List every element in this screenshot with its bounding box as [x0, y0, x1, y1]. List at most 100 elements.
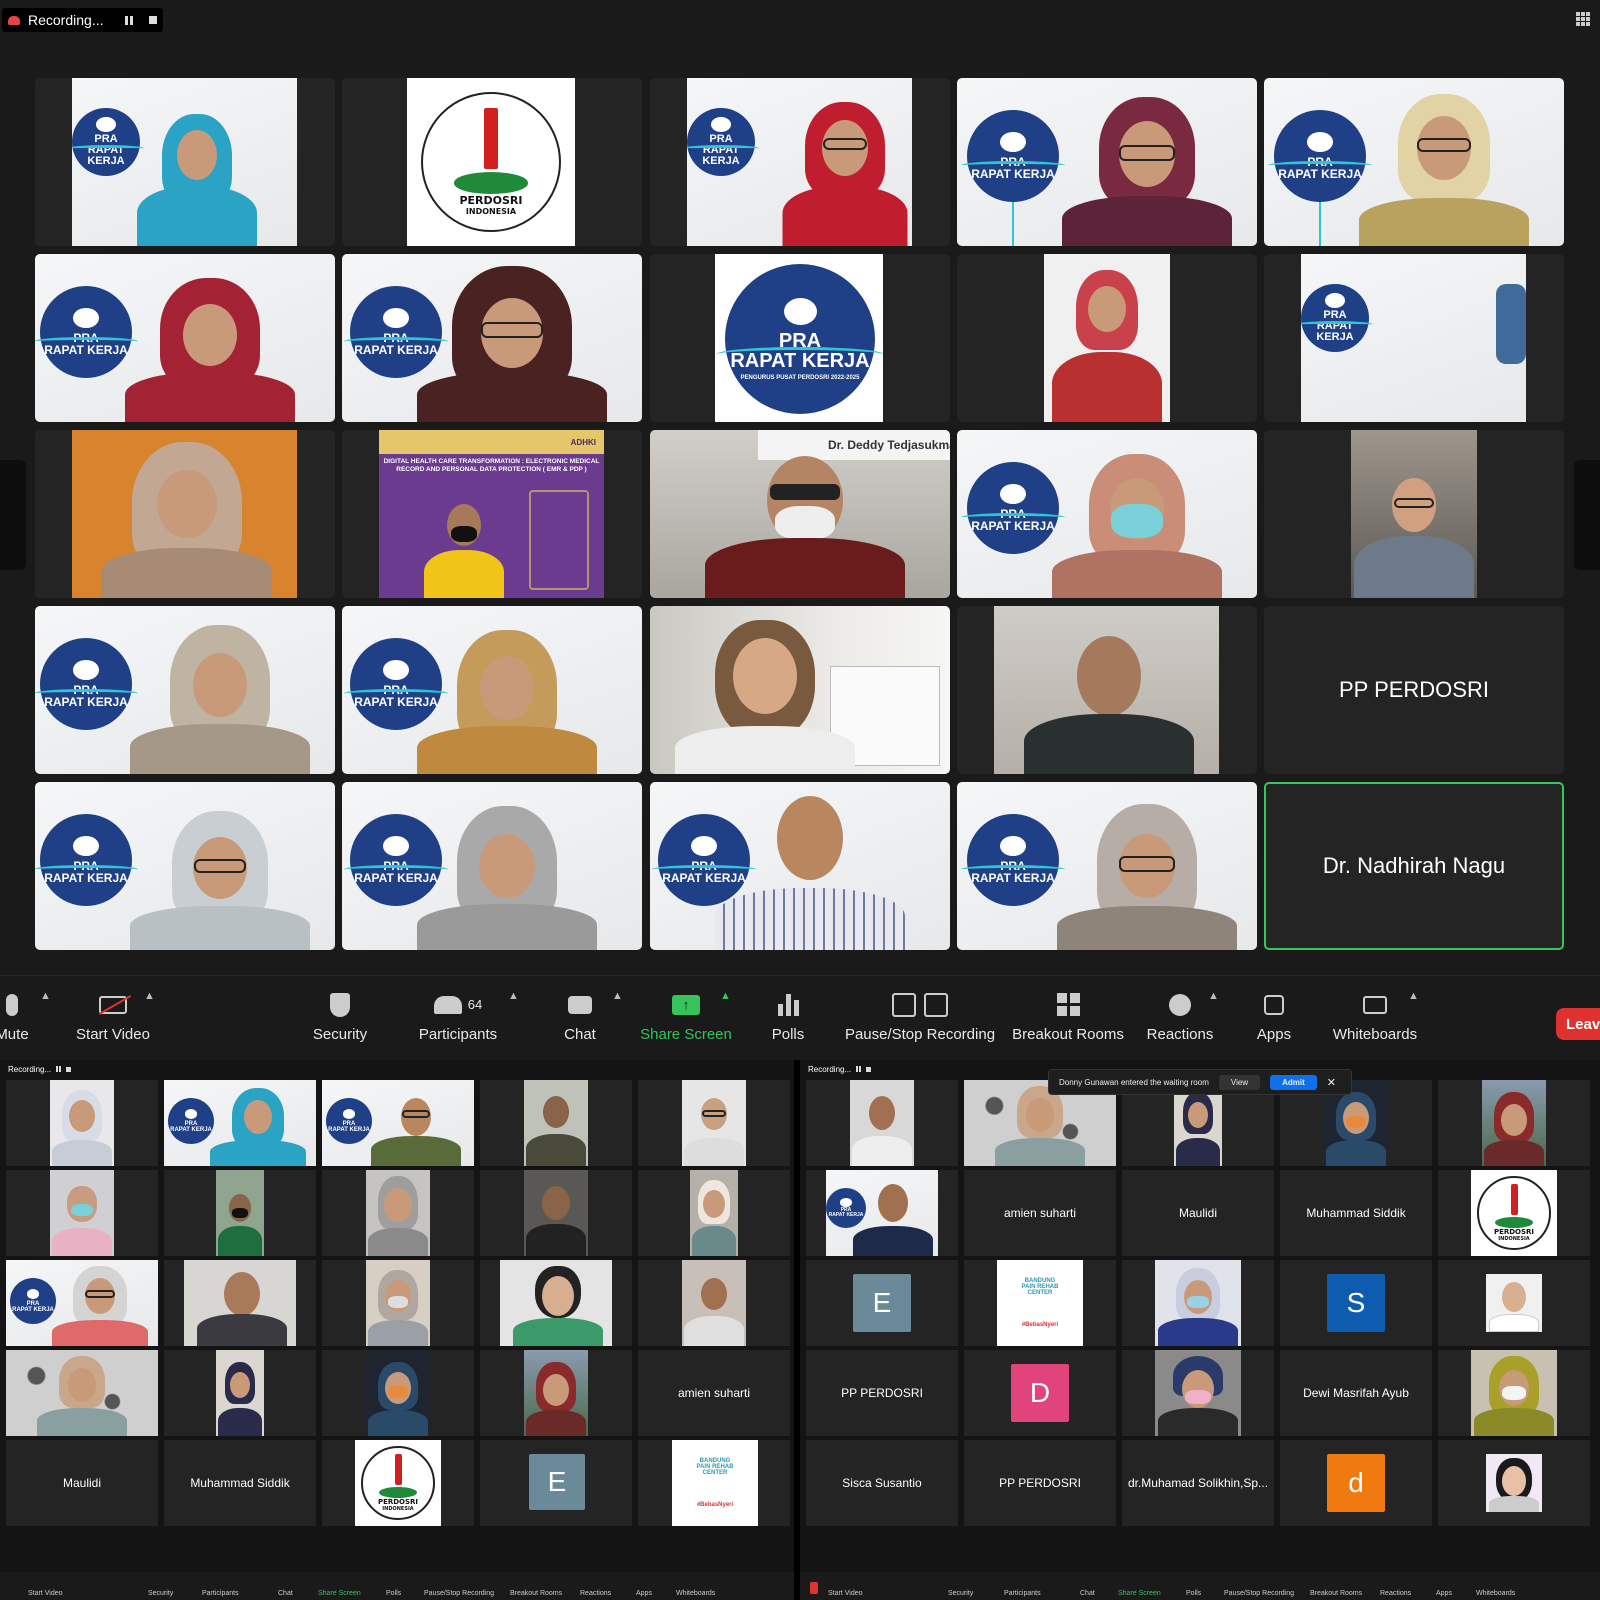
video-tile[interactable]: PRA RAPAT KERJA PENGURUS PUSAT PERDOSRI 2…: [650, 254, 950, 422]
video-tile[interactable]: PRA RAPAT KERJA: [35, 254, 335, 422]
mini-apps[interactable]: Apps: [636, 1590, 652, 1597]
video-options-caret[interactable]: ▲: [144, 990, 155, 1002]
name-only-tile[interactable]: Muhammad Siddik: [1280, 1170, 1432, 1256]
video-tile[interactable]: PRA RAPAT KERJA: [342, 254, 642, 422]
video-tile[interactable]: BANDUNG PAIN REHAB CENTER #BebasNyeri: [638, 1440, 790, 1526]
participants-options-caret[interactable]: ▲: [508, 990, 519, 1002]
video-tile[interactable]: [638, 1260, 790, 1346]
video-tile[interactable]: PRA RAPAT KERJA: [322, 1080, 474, 1166]
video-tile[interactable]: [957, 254, 1257, 422]
security-button[interactable]: Security: [300, 976, 380, 1056]
chat-options-caret[interactable]: ▲: [612, 990, 623, 1002]
recording-indicator[interactable]: Recording...: [802, 1062, 877, 1076]
gallery-view-icon[interactable]: [1576, 12, 1590, 26]
mini-breakout[interactable]: Breakout Rooms: [510, 1590, 562, 1597]
pause-recording-icon[interactable]: [125, 15, 134, 25]
mini-security[interactable]: Security: [948, 1590, 973, 1597]
leave-button[interactable]: Leave: [1556, 1008, 1600, 1040]
prev-page-arrow[interactable]: [0, 460, 26, 570]
whiteboards-options-caret[interactable]: ▲: [1408, 990, 1419, 1002]
initial-avatar-tile[interactable]: S: [1280, 1260, 1432, 1346]
name-only-tile[interactable]: PP PERDOSRI: [1264, 606, 1564, 774]
mini-breakout[interactable]: Breakout Rooms: [1310, 1590, 1362, 1597]
video-tile[interactable]: PRA RAPAT KERJA: [957, 782, 1257, 950]
video-tile[interactable]: [1122, 1350, 1274, 1436]
reactions-button[interactable]: Reactions: [1140, 976, 1220, 1056]
video-tile[interactable]: PERDOSRI INDONESIA: [342, 78, 642, 246]
name-only-tile[interactable]: Maulidi: [1122, 1170, 1274, 1256]
initial-avatar-tile[interactable]: d: [1280, 1440, 1432, 1526]
video-tile[interactable]: PERDOSRI INDONESIA: [1438, 1170, 1590, 1256]
mini-pause-stop[interactable]: Pause/Stop Recording: [1224, 1590, 1294, 1597]
mini-polls[interactable]: Polls: [386, 1590, 401, 1597]
video-tile[interactable]: PRA RAPAT KERJA: [806, 1170, 958, 1256]
initial-avatar-tile[interactable]: D: [964, 1350, 1116, 1436]
close-icon[interactable]: ✕: [1327, 1076, 1336, 1089]
mini-participants[interactable]: Participants: [1004, 1590, 1041, 1597]
video-tile[interactable]: PRA RAPAT KERJA: [342, 606, 642, 774]
admit-button[interactable]: Admit: [1270, 1074, 1317, 1090]
video-tile[interactable]: [806, 1080, 958, 1166]
video-tile[interactable]: PRA RAPAT KERJA: [342, 782, 642, 950]
video-tile[interactable]: [638, 1080, 790, 1166]
mute-button[interactable]: Mute: [0, 976, 42, 1056]
video-tile[interactable]: PRA RAPAT KERJA: [35, 606, 335, 774]
mini-reactions[interactable]: Reactions: [580, 1590, 611, 1597]
video-tile[interactable]: [164, 1350, 316, 1436]
mini-chat[interactable]: Chat: [278, 1590, 293, 1597]
reactions-options-caret[interactable]: ▲: [1208, 990, 1219, 1002]
video-tile[interactable]: [35, 430, 335, 598]
whiteboards-button[interactable]: Whiteboards: [1326, 976, 1424, 1056]
video-tile[interactable]: [6, 1080, 158, 1166]
video-tile[interactable]: PRA RAPAT KERJA: [35, 782, 335, 950]
video-tile[interactable]: PRA RAPAT KERJA: [957, 78, 1257, 246]
video-tile[interactable]: [650, 606, 950, 774]
name-only-tile[interactable]: Sisca Susantio: [806, 1440, 958, 1526]
mini-start-video[interactable]: Start Video: [828, 1590, 863, 1597]
video-tile[interactable]: [322, 1260, 474, 1346]
mini-polls[interactable]: Polls: [1186, 1590, 1201, 1597]
video-tile[interactable]: PRA RAPAT KERJA: [164, 1080, 316, 1166]
recording-indicator[interactable]: Recording...: [2, 8, 164, 32]
share-options-caret[interactable]: ▲: [720, 990, 731, 1002]
start-video-button[interactable]: Start Video: [68, 976, 158, 1056]
video-tile[interactable]: PRA RAPAT KERJA: [1264, 78, 1564, 246]
video-tile[interactable]: [6, 1350, 158, 1436]
recording-indicator[interactable]: Recording...: [2, 1062, 77, 1076]
video-tile[interactable]: [1438, 1440, 1590, 1526]
initial-avatar-tile[interactable]: E: [806, 1260, 958, 1346]
name-only-tile[interactable]: dr.Muhamad Solikhin,Sp...: [1122, 1440, 1274, 1526]
chat-button[interactable]: Chat: [540, 976, 620, 1056]
pause-stop-recording-button[interactable]: Pause/Stop Recording: [840, 976, 1000, 1056]
video-tile[interactable]: [1438, 1080, 1590, 1166]
name-only-tile[interactable]: PP PERDOSRI: [964, 1440, 1116, 1526]
view-button[interactable]: View: [1218, 1074, 1261, 1090]
video-tile[interactable]: [164, 1260, 316, 1346]
video-tile[interactable]: [1438, 1260, 1590, 1346]
video-tile[interactable]: [1264, 430, 1564, 598]
mini-security[interactable]: Security: [148, 1590, 173, 1597]
name-only-tile[interactable]: PP PERDOSRI: [806, 1350, 958, 1436]
video-tile[interactable]: ADHKI DIGITAL HEALTH CARE TRANSFORMATION…: [342, 430, 642, 598]
pause-recording-icon[interactable]: [856, 1066, 862, 1072]
pause-recording-icon[interactable]: [56, 1066, 62, 1072]
video-tile[interactable]: [480, 1170, 632, 1256]
video-tile[interactable]: [638, 1170, 790, 1256]
mini-leave-edge[interactable]: [810, 1582, 818, 1594]
mini-start-video[interactable]: Start Video: [28, 1590, 63, 1597]
name-only-tile[interactable]: Dewi Masrifah Ayub: [1280, 1350, 1432, 1436]
video-tile[interactable]: PRA RAPAT KERJA: [650, 782, 950, 950]
polls-button[interactable]: Polls: [752, 976, 824, 1056]
video-tile[interactable]: BANDUNG PAIN REHAB CENTER #BebasNyeri: [964, 1260, 1116, 1346]
video-tile[interactable]: [480, 1260, 632, 1346]
share-screen-button[interactable]: ↑ Share Screen: [636, 976, 736, 1056]
apps-button[interactable]: Apps: [1236, 976, 1312, 1056]
name-only-tile[interactable]: amien suharti: [964, 1170, 1116, 1256]
name-only-tile[interactable]: amien suharti: [638, 1350, 790, 1436]
breakout-rooms-button[interactable]: Breakout Rooms: [1010, 976, 1126, 1056]
mini-whiteboards[interactable]: Whiteboards: [676, 1590, 715, 1597]
active-speaker-tile[interactable]: Dr. Nadhirah Nagu: [1264, 782, 1564, 950]
name-only-tile[interactable]: Muhammad Siddik: [164, 1440, 316, 1526]
mini-share-screen[interactable]: Share Screen: [1118, 1590, 1161, 1597]
video-tile[interactable]: [164, 1170, 316, 1256]
